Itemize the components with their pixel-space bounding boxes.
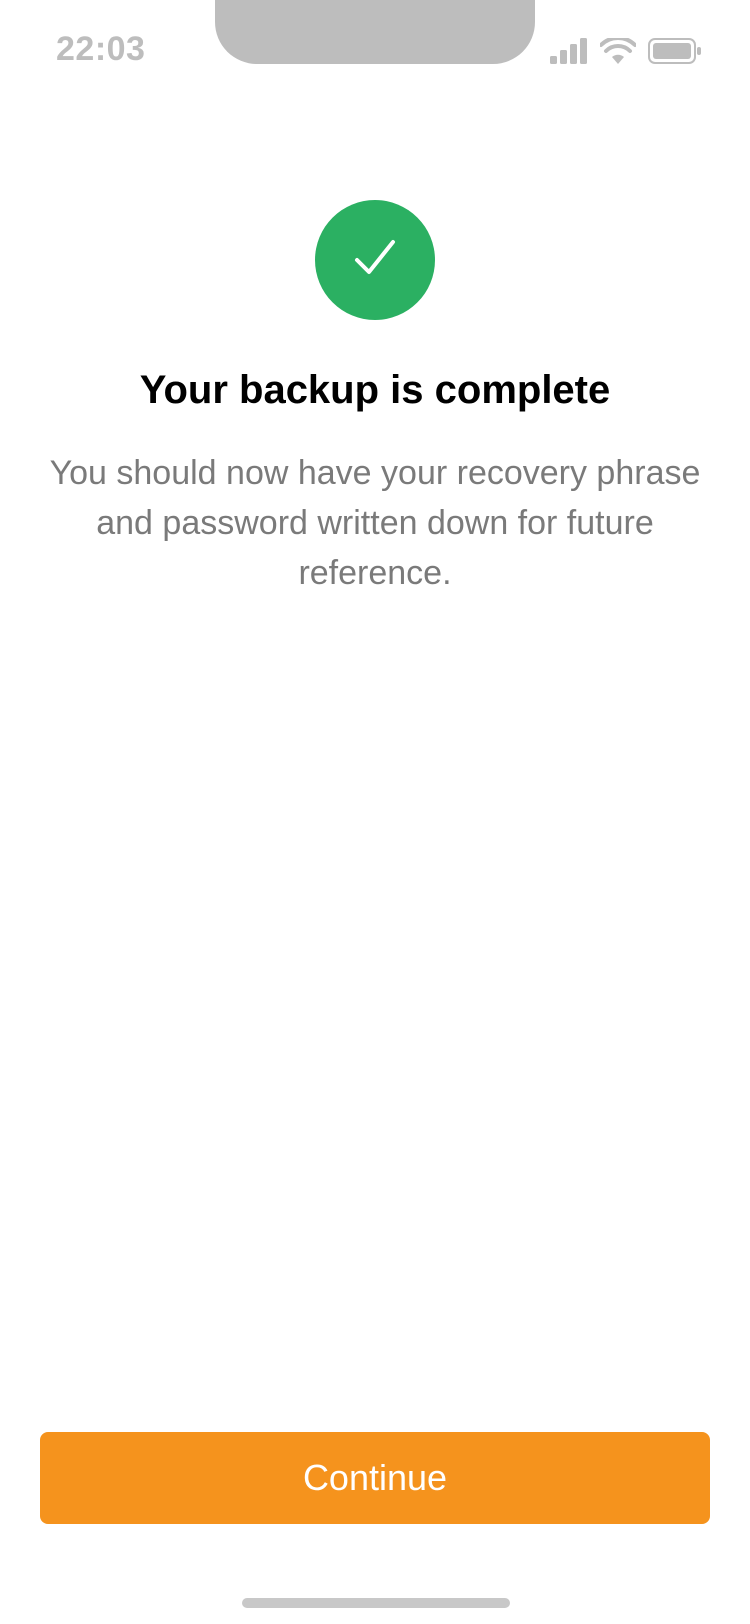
wifi-icon [599,35,637,69]
device-notch [215,0,535,64]
success-badge [315,200,435,320]
signal-icon [550,38,588,69]
status-icons [550,35,702,69]
checkmark-icon [353,238,397,283]
page-title: Your backup is complete [139,368,611,412]
status-time: 22:03 [56,30,146,68]
status-bar: 22:03 [0,0,750,100]
home-indicator[interactable] [242,1598,510,1608]
continue-button[interactable]: Continue [40,1432,710,1524]
description-text: You should now have your recovery phrase… [49,454,701,592]
battery-icon [648,38,702,69]
